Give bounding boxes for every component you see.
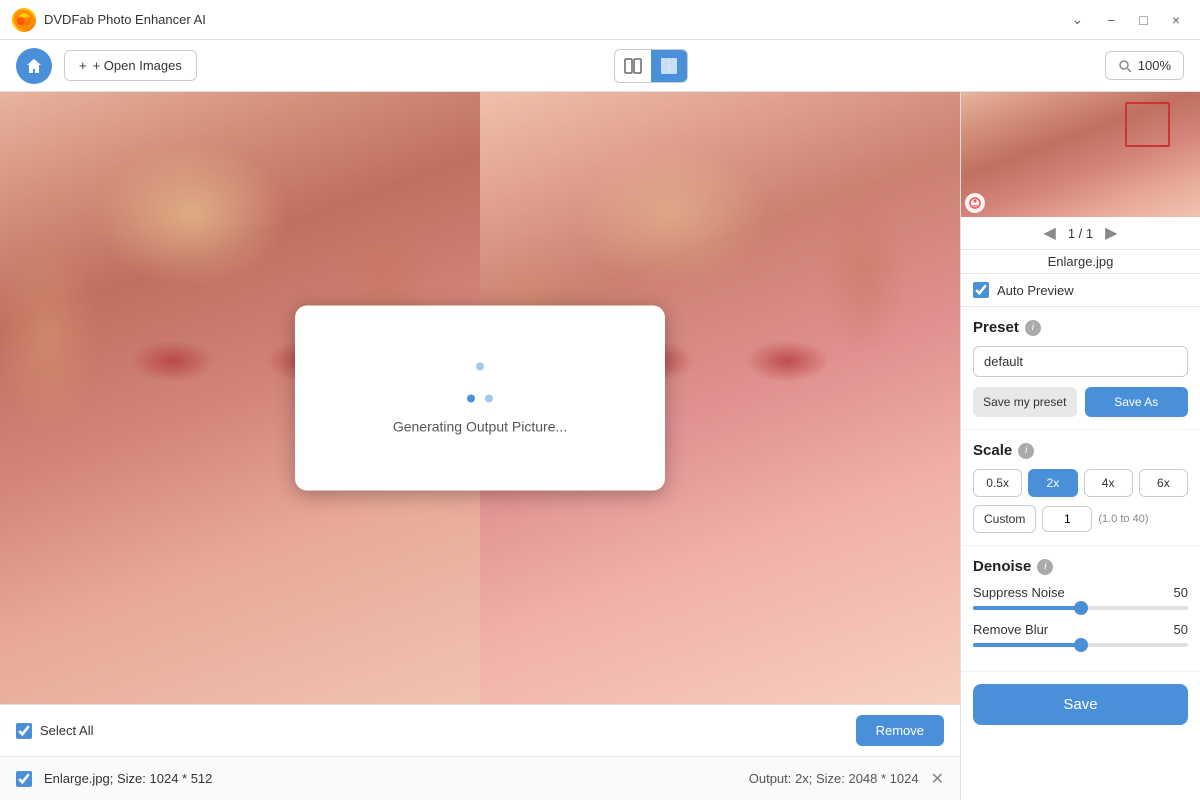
select-all-area: Select All — [16, 723, 840, 739]
toolbar-left: + + Open Images — [16, 48, 197, 84]
scale-info-icon[interactable]: i — [1018, 443, 1034, 459]
scale-6x-button[interactable]: 6x — [1139, 469, 1188, 497]
remove-blur-value: 50 — [1174, 622, 1188, 637]
spinner-overlay: Generating Output Picture... — [295, 306, 665, 491]
scale-0-5x-button[interactable]: 0.5x — [973, 469, 1022, 497]
zoom-level: 100% — [1138, 58, 1171, 73]
prev-file-button[interactable]: ◀ — [1044, 223, 1056, 243]
thumbnail-filename: Enlarge.jpg — [961, 250, 1200, 274]
scale-title: Scale — [973, 442, 1012, 459]
view-toggle — [614, 49, 688, 83]
file-name-size: Enlarge.jpg; Size: 1024 * 512 — [44, 771, 212, 786]
open-images-button[interactable]: + + Open Images — [64, 50, 197, 81]
denoise-info-icon[interactable]: i — [1037, 559, 1053, 575]
remove-blur-label-row: Remove Blur 50 — [973, 622, 1188, 637]
preview-thumbnail — [961, 92, 1200, 217]
preset-title: Preset — [973, 319, 1019, 336]
save-button[interactable]: Save — [973, 684, 1188, 725]
custom-scale-range: (1.0 to 40) — [1098, 513, 1148, 525]
suppress-noise-thumb[interactable] — [1074, 601, 1088, 615]
file-counter: 1 / 1 — [1068, 226, 1093, 241]
spinner — [460, 362, 500, 402]
view-split-button[interactable] — [615, 50, 651, 82]
remove-blur-thumb[interactable] — [1074, 638, 1088, 652]
denoise-header: Denoise i — [973, 558, 1188, 575]
select-all-checkbox[interactable] — [16, 723, 32, 739]
next-file-button[interactable]: ▶ — [1105, 223, 1117, 243]
custom-scale-row: Custom 1 (1.0 to 40) — [973, 505, 1188, 533]
remove-button[interactable]: Remove — [856, 715, 944, 746]
suppress-noise-label-row: Suppress Noise 50 — [973, 585, 1188, 600]
minimize-btn[interactable]: − — [1099, 7, 1123, 32]
file-checkbox[interactable] — [16, 771, 32, 787]
spinner-text: Generating Output Picture... — [393, 418, 567, 434]
image-column: Generating Output Picture... Select All … — [0, 92, 960, 800]
zoom-control[interactable]: 100% — [1105, 51, 1184, 80]
file-nav: ◀ 1 / 1 ▶ — [961, 217, 1200, 250]
toolbar: + + Open Images 100% — [0, 40, 1200, 92]
auto-preview-row: Auto Preview — [961, 274, 1200, 307]
preset-buttons: Save my preset Save As — [973, 387, 1188, 417]
suppress-noise-track[interactable] — [973, 606, 1188, 610]
suppress-noise-value: 50 — [1174, 585, 1188, 600]
output-info: Output: 2x; Size: 2048 * 1024 — [749, 771, 919, 786]
select-all-label[interactable]: Select All — [40, 723, 93, 738]
app-title: DVDFab Photo Enhancer AI — [44, 12, 206, 27]
titlebar-left: DVDFab Photo Enhancer AI — [12, 8, 206, 32]
preset-section: Preset i default portrait landscape cust… — [961, 307, 1200, 430]
open-images-label: + Open Images — [93, 58, 182, 73]
plus-icon: + — [79, 58, 87, 73]
bottom-bar: Select All Remove — [0, 704, 960, 756]
custom-scale-input[interactable]: 1 — [1042, 506, 1092, 532]
scale-4x-button[interactable]: 4x — [1084, 469, 1133, 497]
custom-scale-button[interactable]: Custom — [973, 505, 1036, 533]
suppress-noise-fill — [973, 606, 1081, 610]
scale-buttons: 0.5x 2x 4x 6x — [973, 469, 1188, 497]
file-info: Enlarge.jpg; Size: 1024 * 512 — [44, 771, 737, 786]
denoise-title: Denoise — [973, 558, 1031, 575]
suppress-noise-label: Suppress Noise — [973, 585, 1065, 600]
preset-select[interactable]: default portrait landscape custom — [973, 346, 1188, 377]
right-panel: ◀ 1 / 1 ▶ Enlarge.jpg Auto Preview Prese… — [960, 92, 1200, 800]
scale-header: Scale i — [973, 442, 1188, 459]
remove-blur-track[interactable] — [973, 643, 1188, 647]
denoise-section: Denoise i Suppress Noise 50 Remove Blur … — [961, 546, 1200, 672]
preset-header: Preset i — [973, 319, 1188, 336]
file-row: Enlarge.jpg; Size: 1024 * 512 Output: 2x… — [0, 756, 960, 800]
main-area: Generating Output Picture... Select All … — [0, 92, 1200, 800]
maximize-btn[interactable]: □ — [1131, 7, 1155, 32]
scale-section: Scale i 0.5x 2x 4x 6x Custom 1 (1.0 to 4… — [961, 430, 1200, 546]
auto-preview-label: Auto Preview — [997, 283, 1074, 298]
remove-blur-fill — [973, 643, 1081, 647]
titlebar-controls: ⌄ − □ × — [1063, 7, 1188, 32]
home-button[interactable] — [16, 48, 52, 84]
image-viewer: Generating Output Picture... — [0, 92, 960, 704]
thumb-selection-box — [1125, 102, 1170, 147]
preset-info-icon[interactable]: i — [1025, 320, 1041, 336]
close-btn[interactable]: × — [1164, 7, 1188, 32]
save-as-button[interactable]: Save As — [1085, 387, 1189, 417]
view-full-button[interactable] — [651, 50, 687, 82]
auto-preview-checkbox[interactable] — [973, 282, 989, 298]
zoom-icon — [1118, 59, 1132, 73]
save-my-preset-button[interactable]: Save my preset — [973, 387, 1077, 417]
thumb-face-icon — [965, 193, 985, 213]
scale-2x-button[interactable]: 2x — [1028, 469, 1077, 497]
dropdown-btn[interactable]: ⌄ — [1063, 7, 1091, 32]
remove-blur-label: Remove Blur — [973, 622, 1048, 637]
app-logo — [12, 8, 36, 32]
close-file-button[interactable]: ✕ — [931, 769, 944, 789]
titlebar: DVDFab Photo Enhancer AI ⌄ − □ × — [0, 0, 1200, 40]
